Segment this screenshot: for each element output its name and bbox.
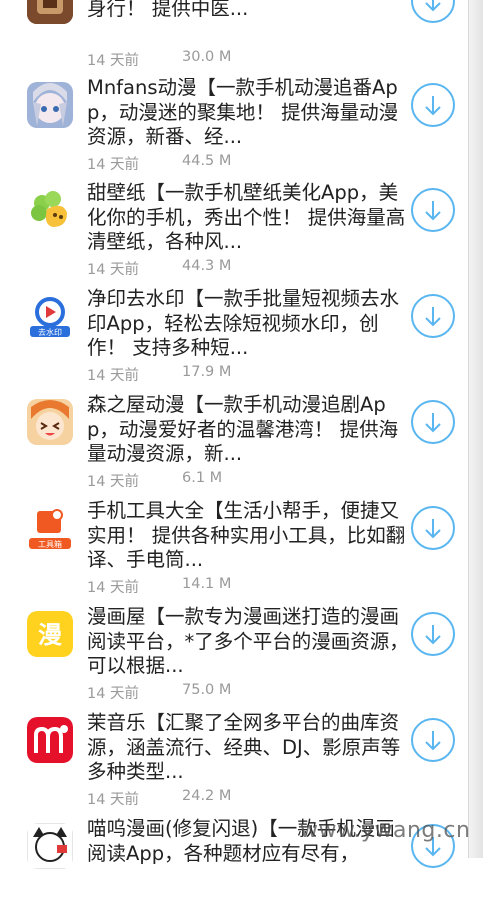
app-meta: 14 天前 44.5 M <box>87 153 231 174</box>
file-size: 17.9 M <box>182 364 232 380</box>
watermark-badge-text: 去水印 <box>38 327 62 337</box>
site-watermark: www.ywang.cn <box>300 818 471 843</box>
app-description: 茉音乐【汇聚了全网多平台的曲库资源，涵盖流行、经典、DJ、影原声等多种类型... <box>87 711 401 783</box>
download-circle-icon <box>425 201 441 221</box>
download-button[interactable] <box>411 506 455 550</box>
file-size: 6.1 M <box>182 470 223 486</box>
list-item[interactable]: 工具箱 手机工具大全【生活小帮手，便捷又实用！ 提供各种实用小工具，比如翻译、手… <box>0 499 483 605</box>
update-time: 14 天前 <box>87 53 140 69</box>
anime-chibi-icon[interactable] <box>27 399 73 445</box>
download-circle-icon <box>425 96 441 116</box>
watermark-remover-icon[interactable]: 去水印 <box>27 293 73 339</box>
app-meta: 14 天前 30.0 M <box>87 49 231 70</box>
list-item[interactable]: 森之屋动漫【一款手机动漫追剧App，动漫爱好者的温馨港湾！ 提供海量动漫资源，新… <box>0 393 483 499</box>
manga-char: 漫 <box>38 621 62 649</box>
app-description: 典籍App，中医爱好者必备，健康随身行！ 提供中医... <box>87 0 249 20</box>
download-circle-icon <box>425 731 441 751</box>
list-item[interactable]: 去水印 净印去水印【一款手批量短视频去水印App，轻松去除短视频水印，创作！ 支… <box>0 287 483 393</box>
download-circle-icon <box>425 625 441 645</box>
app-description: 漫画屋【一款专为漫画迷打造的漫画阅读平台，*了多个平台的漫画资源，可以根据... <box>87 605 409 677</box>
update-time: 14 天前 <box>87 686 140 702</box>
cat-manga-icon[interactable] <box>27 823 73 869</box>
manga-icon[interactable]: 漫 <box>27 611 73 657</box>
music-m-icon[interactable] <box>27 717 73 763</box>
download-button[interactable] <box>411 188 455 232</box>
download-button[interactable] <box>411 294 455 338</box>
list-item[interactable]: Mnfans动漫【一款手机动漫追番App，动漫迷的聚集地！ 提供海量动漫资源，新… <box>0 76 483 182</box>
app-meta: 14 天前 44.3 M <box>87 258 231 279</box>
file-size: 75.0 M <box>182 682 232 698</box>
app-meta: 14 天前 24.2 M <box>87 788 231 809</box>
download-button[interactable] <box>411 0 455 23</box>
app-description: 净印去水印【一款手批量短视频去水印App，轻松去除短视频水印，创作！ 支持多种短… <box>87 287 400 359</box>
download-circle-icon <box>425 307 441 327</box>
update-time: 14 天前 <box>87 157 140 173</box>
app-description: Mnfans动漫【一款手机动漫追番App，动漫迷的聚集地！ 提供海量动漫资源，新… <box>87 76 399 148</box>
tool-badge-text: 工具箱 <box>38 539 62 549</box>
scroll-edge <box>468 0 483 858</box>
app-meta: 14 天前 75.0 M <box>87 682 231 703</box>
update-time: 14 天前 <box>87 792 140 808</box>
list-item[interactable]: 典籍App，中医爱好者必备，健康随身行！ 提供中医... 14 天前 30.0 … <box>0 0 483 78</box>
app-meta: 14 天前 6.1 M <box>87 470 222 491</box>
file-size: 44.3 M <box>182 258 232 274</box>
update-time: 14 天前 <box>87 368 140 384</box>
update-time: 14 天前 <box>87 580 140 596</box>
toolbox-icon[interactable]: 工具箱 <box>27 505 73 551</box>
file-size: 24.2 M <box>182 788 232 804</box>
download-circle-icon <box>425 0 441 12</box>
app-description: 手机工具大全【生活小帮手，便捷又实用！ 提供各种实用小工具，比如翻译、手电筒..… <box>87 499 406 571</box>
list-item[interactable]: 甜壁纸【一款手机壁纸美化App，美化你的手机，秀出个性！ 提供海量高清壁纸，各种… <box>0 181 483 287</box>
download-button[interactable] <box>411 718 455 762</box>
download-button[interactable] <box>411 83 455 127</box>
app-description: 森之屋动漫【一款手机动漫追剧App，动漫爱好者的温馨港湾！ 提供海量动漫资源，新… <box>87 393 399 465</box>
download-button[interactable] <box>411 612 455 656</box>
update-time: 14 天前 <box>87 474 140 490</box>
update-time: 14 天前 <box>87 262 140 278</box>
file-size: 30.0 M <box>182 49 232 65</box>
download-circle-icon <box>425 413 441 433</box>
wallpaper-leaf-icon[interactable] <box>27 187 73 233</box>
app-description: 甜壁纸【一款手机壁纸美化App，美化你的手机，秀出个性！ 提供海量高清壁纸，各种… <box>87 181 406 253</box>
file-size: 14.1 M <box>182 576 232 592</box>
app-meta: 14 天前 14.1 M <box>87 576 231 597</box>
anime-girl-icon[interactable] <box>27 82 73 128</box>
download-button[interactable] <box>411 400 455 444</box>
list-item[interactable]: 漫 漫画屋【一款专为漫画迷打造的漫画阅读平台，*了多个平台的漫画资源，可以根据.… <box>0 605 483 711</box>
app-meta: 14 天前 17.9 M <box>87 364 231 385</box>
tcm-book-icon[interactable] <box>27 0 73 24</box>
file-size: 44.5 M <box>182 153 232 169</box>
list-item[interactable]: 茉音乐【汇聚了全网多平台的曲库资源，涵盖流行、经典、DJ、影原声等多种类型...… <box>0 711 483 817</box>
download-circle-icon <box>425 519 441 539</box>
